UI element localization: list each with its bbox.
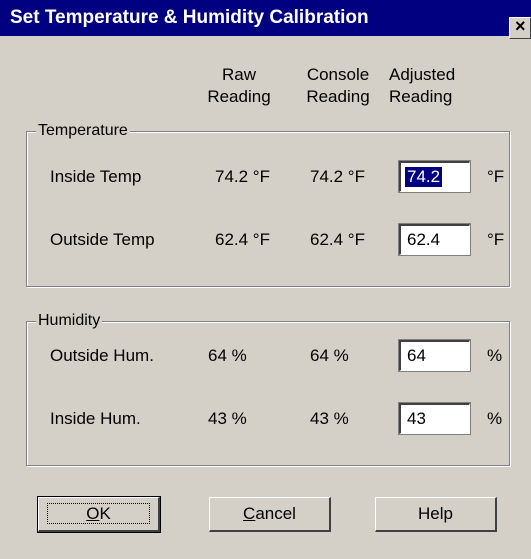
outside-hum-input[interactable]: 64 [398,339,471,372]
inside-hum-value: 43 [407,409,426,428]
close-button[interactable]: × [509,17,531,39]
inside-hum-raw: 43 % [208,409,247,428]
adjusted-reading-header: Adjusted Reading [389,64,481,108]
outside-hum-raw: 64 % [208,346,247,365]
window-title: Set Temperature & Humidity Calibration [10,7,369,28]
humidity-legend: Humidity [36,312,103,330]
outside-temp-console: 62.4 °F [310,230,365,249]
outside-temp-input[interactable]: 62.4 [398,223,471,256]
raw-header-line2: Reading [207,87,271,106]
temperature-group [26,131,510,287]
outside-temp-label: Outside Temp [50,230,155,249]
close-icon: × [515,17,526,36]
ok-button-label: OK [47,503,150,524]
adjusted-header-line2: Reading [389,87,453,106]
title-bar[interactable]: Set Temperature & Humidity Calibration × [0,0,531,39]
outside-temp-unit: °F [487,230,505,249]
console-reading-header: Console Reading [296,64,380,108]
console-header-line2: Reading [306,87,370,106]
ok-rest: K [99,504,111,523]
outside-hum-unit: % [487,346,503,365]
raw-header-line1: Raw [221,65,256,84]
inside-temp-unit: °F [487,167,505,186]
outside-temp-raw: 62.4 °F [215,230,270,249]
ok-button[interactable]: OK [37,496,161,533]
inside-hum-input[interactable]: 43 [398,402,471,435]
calibration-dialog: Set Temperature & Humidity Calibration ×… [0,0,531,559]
inside-temp-console: 74.2 °F [310,167,365,186]
inside-hum-console: 43 % [310,409,349,428]
outside-hum-console: 64 % [310,346,349,365]
inside-hum-unit: % [487,409,503,428]
outside-temp-value: 62.4 [407,230,441,249]
adjusted-header-line1: Adjusted [389,65,456,84]
inside-hum-label: Inside Hum. [50,409,141,428]
console-header-line1: Console [306,65,370,84]
cancel-mnemonic: C [243,504,256,523]
outside-hum-value: 64 [407,346,426,365]
cancel-button[interactable]: Cancel [209,497,331,532]
inside-temp-label: Inside Temp [50,167,142,186]
help-button[interactable]: Help [375,497,497,532]
inside-temp-input[interactable]: 74.2 [398,160,471,193]
inside-temp-raw: 74.2 °F [215,167,270,186]
cancel-button-label: Cancel [243,504,296,523]
help-button-label: Help [418,504,453,523]
inside-temp-value: 74.2 [405,167,443,187]
raw-reading-header: Raw Reading [199,64,279,108]
cancel-rest: ancel [255,504,296,523]
temperature-legend: Temperature [36,122,130,140]
ok-mnemonic: O [86,504,100,523]
outside-hum-label: Outside Hum. [50,346,154,365]
